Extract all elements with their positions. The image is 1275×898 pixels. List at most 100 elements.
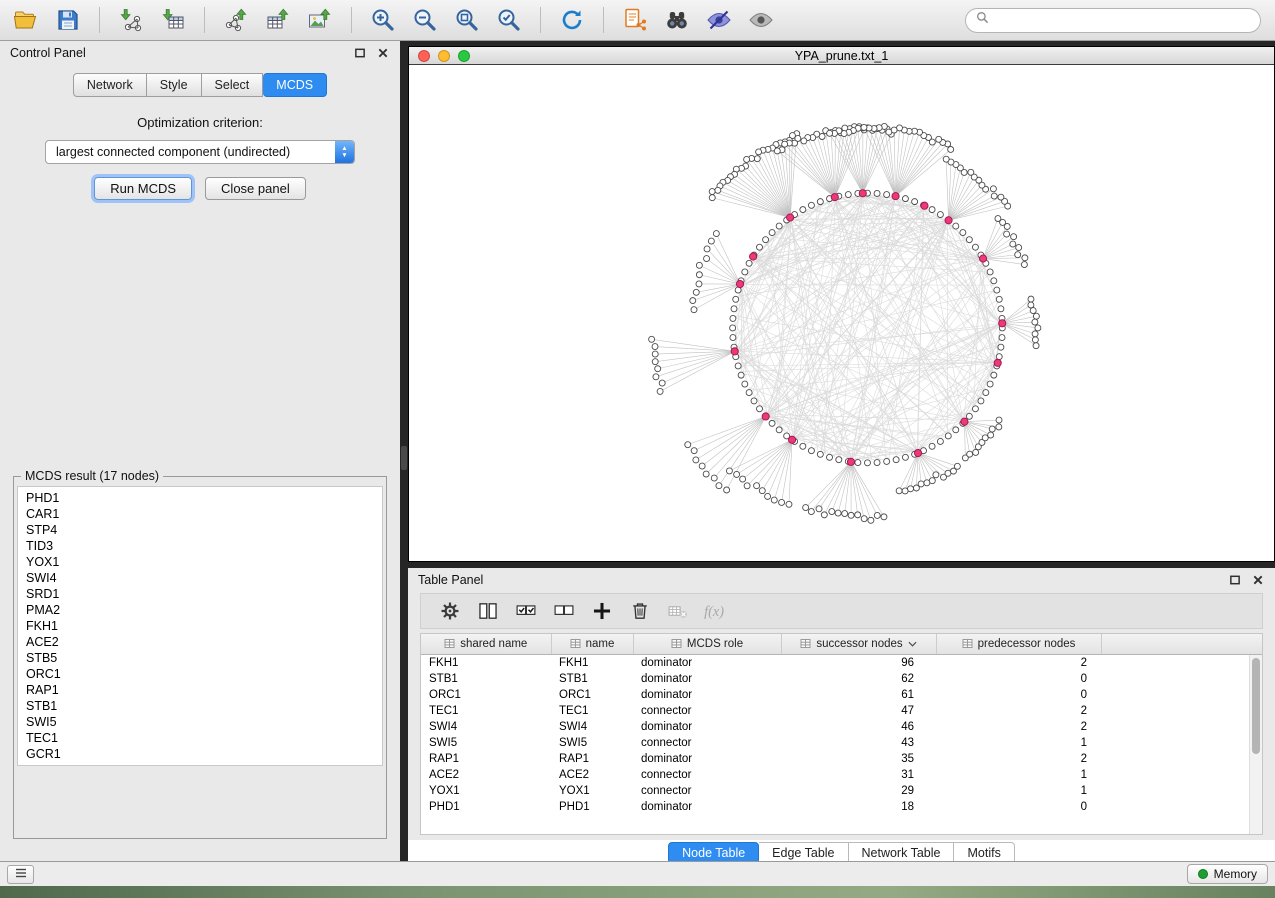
import-table-icon — [160, 7, 186, 33]
close-panel-action-button[interactable]: Close panel — [205, 177, 306, 200]
table-row[interactable]: RAP1RAP1dominator352 — [421, 751, 1262, 767]
table-row[interactable]: FKH1FKH1dominator962 — [421, 654, 1262, 671]
list-item[interactable]: RAP1 — [18, 682, 382, 698]
list-item[interactable]: SWI5 — [18, 714, 382, 730]
table-row[interactable]: SWI4SWI4dominator462 — [421, 719, 1262, 735]
select-all-rows-button[interactable] — [511, 596, 541, 626]
import-network-button[interactable] — [111, 4, 151, 36]
add-column-button[interactable] — [587, 596, 617, 626]
zoom-selected-button[interactable] — [489, 4, 529, 36]
table-panel-title: Table Panel — [418, 573, 483, 587]
deselect-all-rows-button[interactable] — [549, 596, 579, 626]
memory-button[interactable]: Memory — [1187, 864, 1268, 884]
float-table-panel-button[interactable] — [1227, 572, 1242, 587]
zoom-in-button[interactable] — [363, 4, 403, 36]
export-network-button[interactable] — [216, 4, 256, 36]
table-cell: 2 — [936, 654, 1101, 671]
criterion-select[interactable]: largest connected component (undirected)… — [45, 140, 355, 164]
list-item[interactable]: PMA2 — [18, 602, 382, 618]
toolbar-separator — [204, 7, 205, 33]
list-item[interactable]: GCR1 — [18, 746, 382, 762]
search-input[interactable] — [995, 13, 1250, 27]
table-row[interactable]: ORC1ORC1dominator610 — [421, 687, 1262, 703]
open-file-button[interactable] — [6, 4, 46, 36]
table-row[interactable]: PHD1PHD1dominator180 — [421, 799, 1262, 815]
table-row[interactable]: ACE2ACE2connector311 — [421, 767, 1262, 783]
eye-slash-icon — [706, 7, 732, 33]
table-cell: TEC1 — [551, 703, 633, 719]
column-header-predecessor-nodes[interactable]: predecessor nodes — [936, 634, 1101, 654]
list-item[interactable]: STB5 — [18, 650, 382, 666]
table-scrollbar[interactable] — [1249, 655, 1262, 834]
table-scrollbar-thumb[interactable] — [1252, 658, 1260, 754]
list-item[interactable]: ORC1 — [18, 666, 382, 682]
table-cell: dominator — [633, 719, 781, 735]
zoom-out-button[interactable] — [405, 4, 445, 36]
table-cell: ACE2 — [421, 767, 551, 783]
table-cell: 0 — [936, 799, 1101, 815]
open-folder-icon — [13, 7, 39, 33]
column-header-MCDS-role[interactable]: MCDS role — [633, 634, 781, 654]
tab-mcds[interactable]: MCDS — [263, 73, 327, 97]
column-header-label: successor nodes — [816, 638, 902, 650]
split-panel-button[interactable] — [473, 596, 503, 626]
column-header-name[interactable]: name — [551, 634, 633, 654]
column-header-shared-name[interactable]: shared name — [421, 634, 551, 654]
table-cell-filler — [1101, 719, 1262, 735]
list-item[interactable]: PHD1 — [18, 490, 382, 506]
column-type-icon — [962, 638, 973, 649]
table-settings-button[interactable] — [435, 596, 465, 626]
list-item[interactable]: TID3 — [18, 538, 382, 554]
list-item[interactable]: SWI4 — [18, 570, 382, 586]
zoom-fit-icon — [454, 7, 480, 33]
panel-splitter[interactable] — [400, 41, 408, 861]
hide-selected-button[interactable] — [699, 4, 739, 36]
status-bar: Memory — [0, 861, 1275, 886]
network-window-titlebar[interactable]: YPA_prune.txt_1 — [409, 47, 1274, 65]
export-table-icon — [265, 7, 291, 33]
tab-select[interactable]: Select — [202, 73, 264, 97]
close-table-panel-button[interactable] — [1250, 572, 1265, 587]
tab-network[interactable]: Network — [73, 73, 147, 97]
maximize-window-button[interactable] — [458, 50, 470, 62]
run-mcds-button[interactable]: Run MCDS — [94, 177, 192, 200]
memory-status-icon — [1198, 869, 1208, 879]
list-item[interactable]: SRD1 — [18, 586, 382, 602]
minimize-window-button[interactable] — [438, 50, 450, 62]
table-cell-filler — [1101, 687, 1262, 703]
list-item[interactable]: YOX1 — [18, 554, 382, 570]
trash-icon — [629, 600, 651, 622]
mcds-result-list[interactable]: PHD1CAR1STP4TID3YOX1SWI4SRD1PMA2FKH1ACE2… — [17, 486, 383, 766]
find-button[interactable] — [657, 4, 697, 36]
table-row[interactable]: YOX1YOX1connector291 — [421, 783, 1262, 799]
table-row[interactable]: STB1STB1dominator620 — [421, 671, 1262, 687]
task-history-button[interactable] — [7, 865, 34, 884]
save-session-button[interactable] — [48, 4, 88, 36]
search-box[interactable] — [965, 8, 1261, 33]
network-view[interactable] — [409, 65, 1274, 561]
column-header-successor-nodes[interactable]: successor nodes — [781, 634, 936, 654]
clone-network-button[interactable] — [615, 4, 655, 36]
table-row[interactable]: SWI5SWI5connector431 — [421, 735, 1262, 751]
desktop-wallpaper — [0, 886, 1275, 898]
list-item[interactable]: CAR1 — [18, 506, 382, 522]
tab-style[interactable]: Style — [147, 73, 202, 97]
list-item[interactable]: STP4 — [18, 522, 382, 538]
float-panel-button[interactable] — [352, 45, 367, 60]
table-row[interactable]: TEC1TEC1connector472 — [421, 703, 1262, 719]
list-item[interactable]: FKH1 — [18, 618, 382, 634]
main-area: Control Panel NetworkStyleSelectMCDS Opt… — [0, 41, 1275, 861]
list-item[interactable]: ACE2 — [18, 634, 382, 650]
import-table-button[interactable] — [153, 4, 193, 36]
refresh-button[interactable] — [552, 4, 592, 36]
close-panel-button[interactable] — [375, 45, 390, 60]
show-all-button[interactable] — [741, 4, 781, 36]
list-item[interactable]: TEC1 — [18, 730, 382, 746]
zoom-fit-button[interactable] — [447, 4, 487, 36]
delete-column-button[interactable] — [625, 596, 655, 626]
export-image-button[interactable] — [300, 4, 340, 36]
export-table-button[interactable] — [258, 4, 298, 36]
list-item[interactable]: STB1 — [18, 698, 382, 714]
column-header-label: name — [586, 638, 615, 650]
close-window-button[interactable] — [418, 50, 430, 62]
